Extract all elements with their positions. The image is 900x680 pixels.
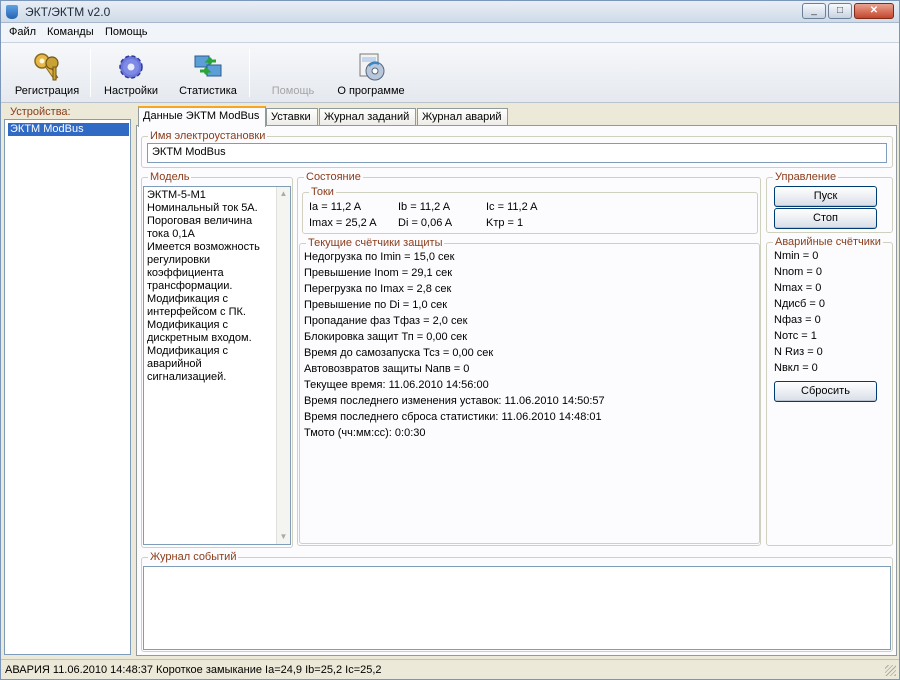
- model-label: Модель: [148, 171, 192, 183]
- network-icon: [194, 55, 222, 77]
- alarm-counter: Nотс = 1: [774, 330, 817, 342]
- current-ktr: Kтр = 1: [486, 217, 524, 229]
- alarm-counters-group: Аварийные счётчики Nmin = 0 Nnom = 0 Nma…: [766, 236, 893, 546]
- alarm-counters-label: Аварийные счётчики: [773, 236, 883, 248]
- current-time: Текущее время: 11.06.2010 14:56:00: [304, 379, 489, 391]
- alarm-counter: Nвкл = 0: [774, 362, 818, 374]
- counter-line: Блокировка защит Тп = 0,00 сек: [304, 331, 468, 343]
- state-label: Состояние: [304, 171, 363, 183]
- keys-icon: [34, 53, 59, 81]
- status-bar: АВАРИЯ 11.06.2010 14:48:37 Короткое замы…: [1, 659, 899, 679]
- device-item[interactable]: ЭКТМ ModBus: [8, 123, 129, 136]
- settings-label: Настройки: [104, 85, 158, 97]
- model-scrollbar[interactable]: ▲ ▼: [276, 187, 290, 544]
- menu-bar: Файл Команды Помощь: [1, 23, 899, 43]
- current-di: Di = 0,06 A: [398, 217, 453, 229]
- model-textarea[interactable]: ЭКТМ-5-М1 Номинальный ток 5А. Пороговая …: [143, 186, 291, 545]
- counter-line: Автовозвратов защиты Nапв = 0: [304, 363, 470, 375]
- current-ia: Ia = 11,2 A: [309, 201, 362, 213]
- counter-line: Время до самозапуска Тсз = 0,00 сек: [304, 347, 494, 359]
- event-log-textarea[interactable]: [143, 566, 891, 650]
- minimize-button[interactable]: _: [802, 3, 826, 19]
- window-title: ЭКТ/ЭКТМ v2.0: [25, 5, 111, 19]
- toolbar: Регистрация Настройки Статистика Помощь: [1, 43, 899, 103]
- tab-panel: Имя электроустановки ЭКТМ ModBus Модель …: [136, 125, 897, 656]
- control-label: Управление: [773, 171, 839, 183]
- counter-line: Превышение Inom = 29,1 сек: [304, 267, 453, 279]
- maximize-button[interactable]: □: [828, 3, 852, 19]
- install-name-field[interactable]: ЭКТМ ModBus: [147, 143, 887, 163]
- help-label: Помощь: [271, 85, 315, 97]
- current-imax: Imax = 25,2 A: [309, 217, 377, 229]
- counters-label: Текущие счётчики защиты: [306, 237, 445, 249]
- toolbar-separator: [249, 49, 250, 97]
- currents-label: Токи: [309, 186, 336, 198]
- about-label: О программе: [337, 85, 405, 97]
- alarm-counter: Nфаз = 0: [774, 314, 821, 326]
- menu-commands[interactable]: Команды: [47, 26, 94, 38]
- last-settings-change: Время последнего изменения уставок: 11.0…: [304, 395, 605, 407]
- currents-group: Токи Ia = 11,2 A Ib = 11,2 A Ic = 11,2 A…: [302, 186, 758, 234]
- install-name-label: Имя электроустановки: [148, 130, 268, 142]
- event-log-label: Журнал событий: [148, 551, 239, 563]
- event-log-group: Журнал событий: [141, 551, 893, 652]
- gear-icon: [119, 55, 143, 79]
- alarm-counter: Nmin = 0: [774, 250, 819, 262]
- install-name-group: Имя электроустановки ЭКТМ ModBus: [141, 130, 893, 168]
- alarm-counter: Nmax = 0: [774, 282, 822, 294]
- help-button[interactable]: Помощь: [263, 47, 323, 101]
- alarm-counter: Nдисб = 0: [774, 298, 825, 310]
- title-bar: ЭКТ/ЭКТМ v2.0 _ □ ✕: [1, 1, 899, 23]
- counter-line: Недогрузка по Imin = 15,0 сек: [304, 251, 455, 263]
- current-ic: Ic = 11,2 A: [486, 201, 538, 213]
- start-button[interactable]: Пуск: [774, 186, 877, 207]
- counters-group: Текущие счётчики защиты Недогрузка по Im…: [299, 237, 760, 544]
- registration-button[interactable]: Регистрация: [7, 47, 87, 101]
- about-icon: [359, 53, 385, 81]
- menu-file[interactable]: Файл: [9, 26, 36, 38]
- about-button[interactable]: О программе: [331, 47, 411, 101]
- current-ib: Ib = 11,2 A: [398, 201, 451, 213]
- stop-button[interactable]: Стоп: [774, 208, 877, 229]
- scroll-up-icon[interactable]: ▲: [277, 187, 290, 201]
- alarm-counter: N Rиз = 0: [774, 346, 823, 358]
- app-window: ЭКТ/ЭКТМ v2.0 _ □ ✕ Файл Команды Помощь …: [0, 0, 900, 680]
- tab-modbus-data[interactable]: Данные ЭКТМ ModBus: [138, 106, 266, 127]
- motor-time: Тмото (чч:мм:сс): 0:0:30: [304, 427, 426, 439]
- counter-line: Перегрузка по Imax = 2,8 сек: [304, 283, 452, 295]
- statistics-label: Статистика: [179, 85, 237, 97]
- scroll-down-icon[interactable]: ▼: [277, 530, 290, 544]
- model-description: ЭКТМ-5-М1 Номинальный ток 5А. Пороговая …: [147, 189, 260, 383]
- devices-list[interactable]: ЭКТМ ModBus: [4, 119, 131, 655]
- app-icon: [6, 5, 18, 19]
- close-button[interactable]: ✕: [854, 3, 894, 19]
- tab-alarm-log[interactable]: Журнал аварий: [417, 108, 508, 126]
- model-group: Модель ЭКТМ-5-М1 Номинальный ток 5А. Пор…: [141, 171, 293, 548]
- settings-button[interactable]: Настройки: [98, 47, 164, 101]
- counter-line: Превышение по Di = 1,0 сек: [304, 299, 448, 311]
- state-group: Состояние Токи Ia = 11,2 A Ib = 11,2 A I…: [297, 171, 761, 546]
- menu-help[interactable]: Помощь: [105, 26, 148, 38]
- status-text: АВАРИЯ 11.06.2010 14:48:37 Короткое замы…: [5, 664, 382, 676]
- last-stats-reset: Время последнего сброса статистики: 11.0…: [304, 411, 602, 423]
- tab-settings[interactable]: Уставки: [266, 108, 318, 126]
- control-group: Управление Пуск Стоп: [766, 171, 893, 233]
- toolbar-separator: [90, 49, 91, 97]
- devices-label: Устройства:: [10, 106, 71, 118]
- statistics-button[interactable]: Статистика: [172, 47, 244, 101]
- resize-grip-icon[interactable]: [885, 665, 896, 676]
- reset-button[interactable]: Сбросить: [774, 381, 877, 402]
- registration-label: Регистрация: [14, 85, 80, 97]
- tab-task-log[interactable]: Журнал заданий: [319, 108, 416, 126]
- counter-line: Пропадание фаз Тфаз = 2,0 сек: [304, 315, 468, 327]
- alarm-counter: Nnom = 0: [774, 266, 822, 278]
